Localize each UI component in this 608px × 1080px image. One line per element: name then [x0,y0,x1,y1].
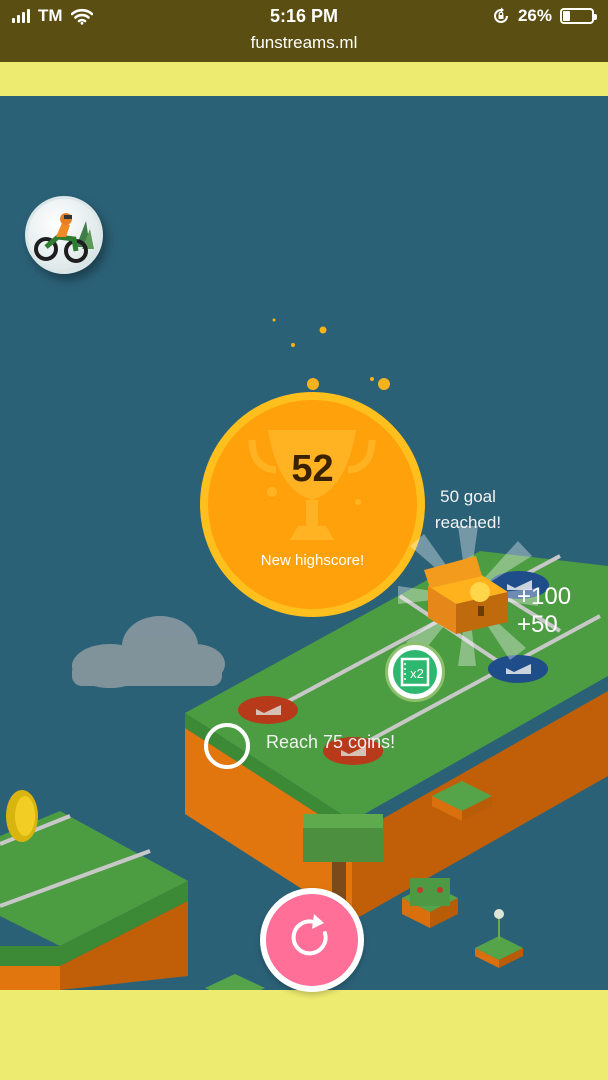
cloud-decoration [72,616,225,688]
trophy-icon [248,430,376,540]
left-island [0,790,188,990]
player-avatar[interactable] [25,196,103,274]
motorbike-avatar-icon [34,213,94,263]
x2-film-icon: x2 [393,650,437,694]
sparkle-particles [272,318,390,390]
mission-checkbox [204,723,250,769]
url-bar[interactable]: funstreams.ml [0,33,608,53]
x2-label: x2 [410,666,424,681]
bottom-banner-strip [0,990,608,1080]
score-medal: 52 New highscore! [200,392,425,617]
small-grass-cube-2 [402,878,458,928]
restart-button[interactable] [260,888,364,992]
status-bar: TM 5:16 PM funstreams.ml 26% [0,0,608,62]
x2-multiplier-button[interactable]: x2 [385,642,445,702]
new-highscore-label: New highscore! [260,552,365,569]
score-value: 52 [291,448,334,490]
restart-icon [291,914,328,956]
game-canvas[interactable]: 52 New highscore! 50 goal reached! +100 … [0,96,608,990]
mission-text: Reach 75 coins! [266,732,396,752]
orientation-lock-icon [494,7,508,23]
battery-level [563,11,570,21]
bottom-cube [205,974,265,990]
bonus-points: +100 +50 [517,583,571,639]
small-grass-cube-3 [475,909,523,968]
top-banner-strip [0,62,608,96]
status-right-group: 26% [492,6,597,26]
bonus-line-1: +100 [517,583,572,610]
battery-percent: 26% [517,6,552,25]
battery-icon [560,8,597,24]
bonus-line-2: +50 [517,611,558,638]
